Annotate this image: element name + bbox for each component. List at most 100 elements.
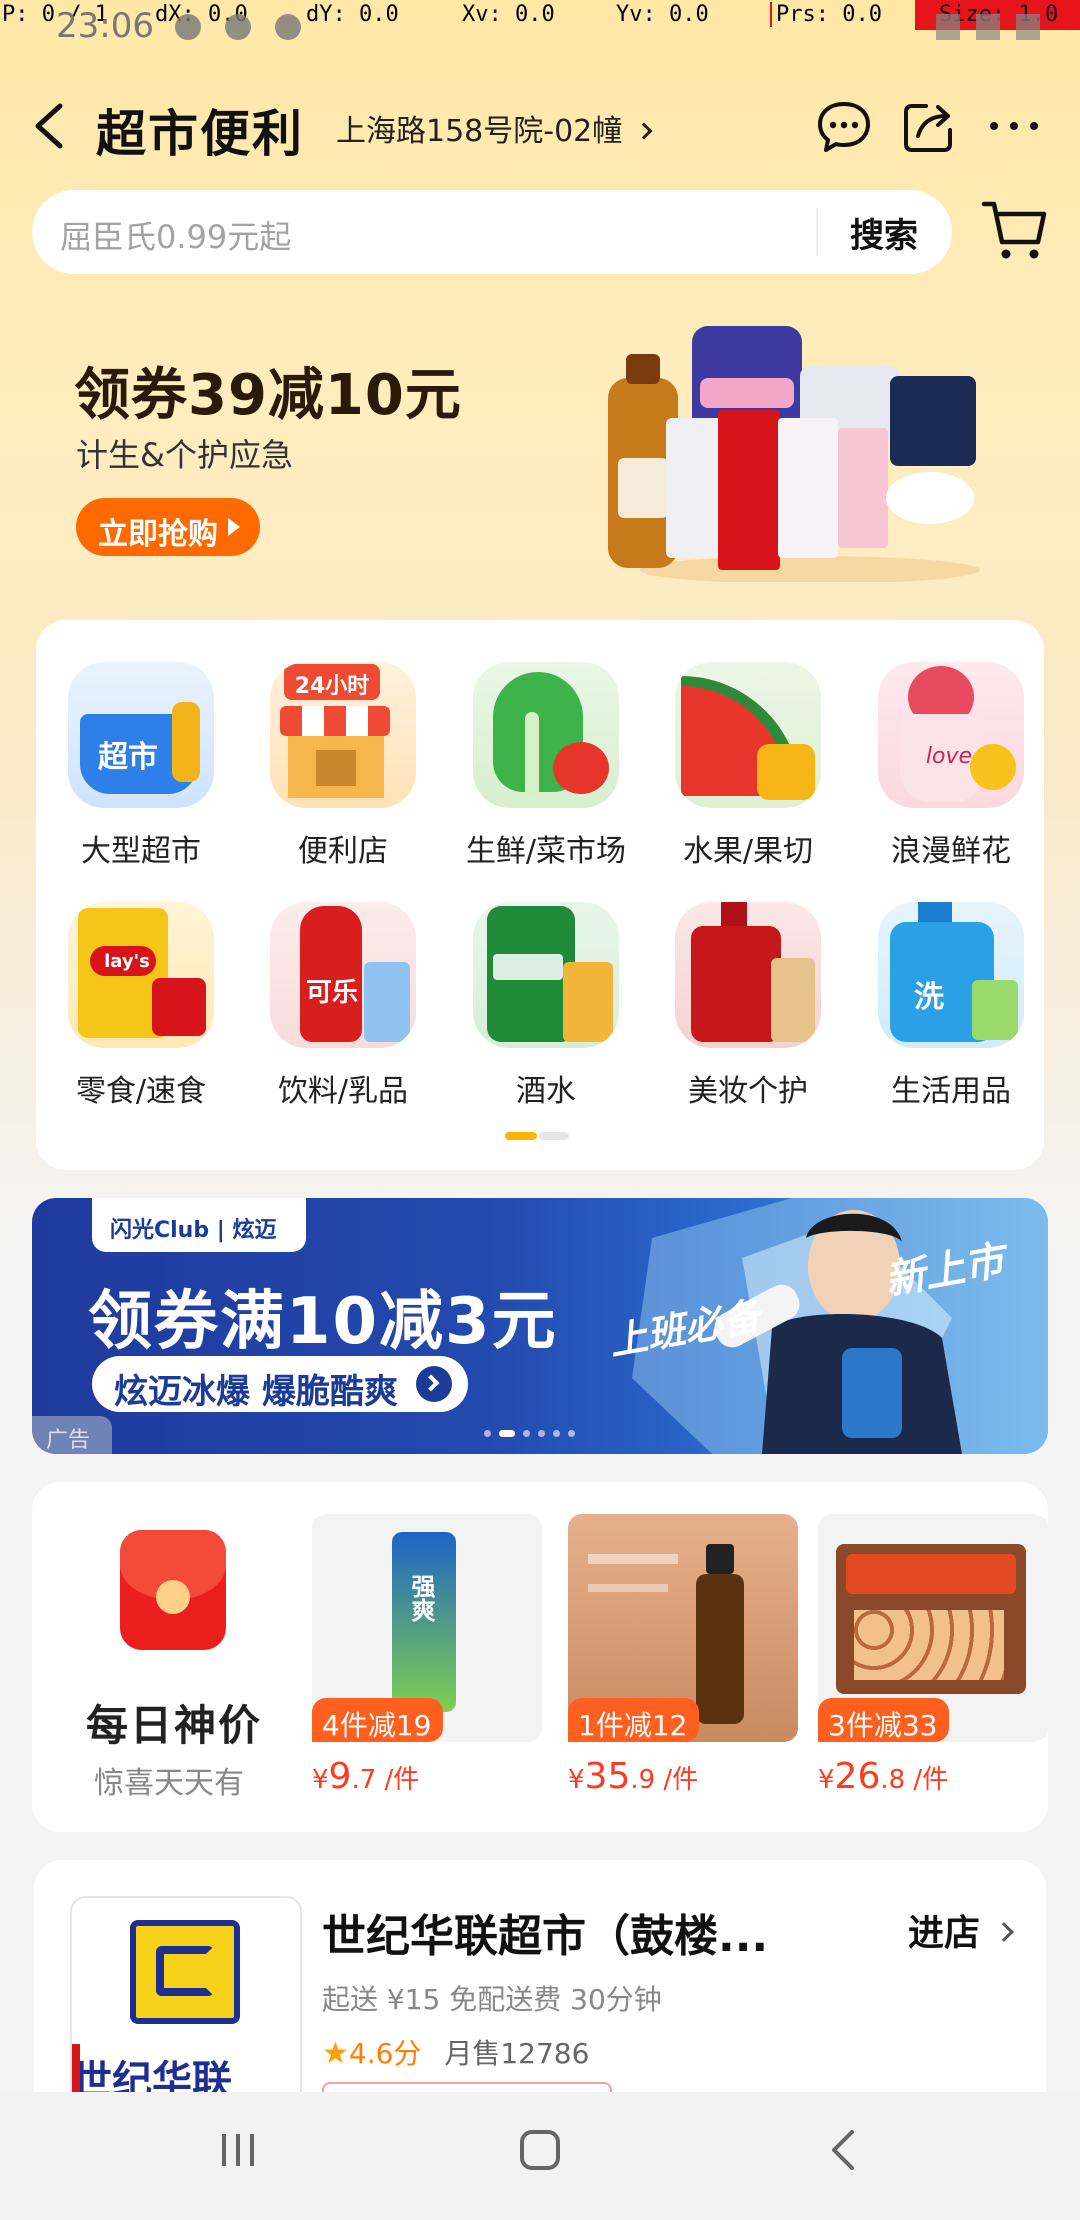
category-flowers[interactable]: love 浪漫鲜花 (856, 662, 1046, 870)
category-label: 零食/速食 (75, 1074, 207, 1109)
promo-buy-label: 立即抢购 (98, 517, 218, 552)
status-notification-icons (175, 14, 301, 40)
snack-chips-icon: lay's (68, 902, 214, 1048)
category-beauty[interactable]: 美妆个护 (653, 902, 843, 1110)
red-envelope-icon[interactable] (120, 1530, 226, 1650)
pager-dot (538, 1430, 545, 1437)
category-fruit[interactable]: 水果/果切 (653, 662, 843, 870)
search-button[interactable]: 搜索 (850, 208, 918, 257)
page-title: 超市便利 (96, 105, 304, 163)
category-label: 生活用品 (891, 1074, 1011, 1109)
search-input[interactable]: 屈臣氏0.99元起 (60, 212, 291, 258)
search-divider (816, 208, 818, 256)
debug-xv: Xv: 0.0 (462, 2, 555, 27)
more-icon[interactable] (984, 96, 1044, 156)
notification-icon (225, 14, 251, 40)
daily-deals-title[interactable]: 每日神价 (86, 1692, 262, 1753)
category-fresh-market[interactable]: 生鲜/菜市场 (451, 662, 641, 870)
ad-headline: 领券满10减3元 (88, 1285, 558, 1359)
chevron-right-circle-icon (415, 1366, 452, 1402)
chevron-right-icon (635, 122, 653, 140)
debug-prs: Prs: 0.0 (770, 2, 882, 27)
recent-apps-icon[interactable] (216, 2128, 260, 2172)
store-logo: 世纪华联 (70, 1896, 302, 2120)
category-label: 水果/果切 (682, 834, 814, 869)
pager-dot (523, 1430, 530, 1437)
ad-label: 广告 (32, 1416, 112, 1454)
enter-store-label: 进店 (908, 1913, 981, 1954)
wifi-icon (936, 14, 960, 40)
star-icon: ★ (322, 2036, 349, 2071)
store-rating-row: ★4.6分 月售12786 (322, 2032, 589, 2072)
ad-subheadline: 炫迈冰爆 爆脆酷爽 (92, 1356, 468, 1412)
category-card: 超市 大型超市 24小时 便利店 生鲜/菜市场 水果/果切 love 浪漫鲜花 … (36, 620, 1044, 1170)
signal-icon (976, 14, 1000, 40)
pager-dot (553, 1430, 560, 1437)
address-selector[interactable]: 上海路158号院-02幢 (336, 106, 653, 150)
pager-dot-active (505, 1132, 537, 1140)
deal-product[interactable]: 3件减33 ¥26.8 /件 (818, 1514, 1048, 1797)
category-label: 生鲜/菜市场 (465, 834, 627, 869)
category-label: 酒水 (516, 1074, 576, 1109)
deal-product[interactable]: 强爽 4件减19 ¥9.7 /件 (312, 1514, 542, 1797)
promo-buy-button[interactable]: 立即抢购 (76, 498, 260, 556)
notification-icon (275, 14, 301, 40)
debug-yv: Yv: 0.0 (616, 2, 709, 27)
daily-deals-card: 每日神价 惊喜天天有 强爽 4件减19 ¥9.7 /件 1件减12 ¥35.9 … (32, 1482, 1048, 1832)
deal-price: ¥35.9 /件 (568, 1756, 699, 1797)
category-drinks[interactable]: 可乐 饮料/乳品 (248, 902, 438, 1110)
promo-products-image (608, 326, 980, 582)
search-bar[interactable]: 屈臣氏0.99元起 搜索 (32, 190, 952, 274)
category-label: 浪漫鲜花 (891, 834, 1011, 869)
deal-badge: 4件减19 (312, 1698, 444, 1742)
back-nav-icon[interactable] (822, 2128, 866, 2172)
promo-headline: 领券39减10元 (74, 363, 462, 428)
category-pager (505, 1132, 569, 1140)
convenience-store-icon: 24小时 (270, 662, 416, 808)
store-card[interactable]: 世纪华联 世纪华联超市（鼓楼... 进店 起送 ¥15 免配送费 30分钟 ★4… (34, 1860, 1046, 2120)
ad-banner[interactable]: 闪光Club | 炫迈 领券满10减3元 炫迈冰爆 爆脆酷爽 上班必备 新上市 … (32, 1198, 1048, 1454)
pager-dot (539, 1132, 569, 1140)
vegetable-icon (473, 662, 619, 808)
supermarket-basket-icon: 超市 (68, 662, 214, 808)
daily-deals-subtitle: 惊喜天天有 (94, 1766, 244, 1801)
category-label: 便利店 (298, 834, 388, 869)
watermelon-icon (675, 662, 821, 808)
enter-store-button[interactable]: 进店 (908, 1904, 1014, 1956)
battery-icon (1016, 14, 1040, 40)
back-icon[interactable] (26, 98, 76, 154)
deal-price: ¥26.8 /件 (818, 1756, 949, 1797)
deal-price: ¥9.7 /件 (312, 1756, 420, 1797)
rose-flower-icon: love (878, 662, 1024, 808)
cola-bottle-icon: 可乐 (270, 902, 416, 1048)
cosmetics-bottle-icon (675, 902, 821, 1048)
category-convenience-store[interactable]: 24小时 便利店 (248, 662, 438, 870)
pager-dot-active (499, 1430, 515, 1437)
chevron-right-icon (993, 1922, 1014, 1942)
share-icon[interactable] (898, 96, 958, 156)
home-icon[interactable] (518, 2128, 562, 2172)
category-supermarket[interactable]: 超市 大型超市 (46, 662, 236, 870)
deal-badge: 1件减12 (568, 1698, 700, 1742)
detergent-icon: 洗 (878, 902, 1024, 1048)
play-arrow-icon (228, 518, 240, 536)
category-household[interactable]: 洗 生活用品 (856, 902, 1046, 1110)
debug-overlay: P: 0 / 1 dX: 0.0 dY: 0.0 Xv: 0.0 Yv: 0.0… (0, 0, 1080, 30)
store-rating: 4.6分 (348, 2037, 422, 2070)
beer-can-icon (473, 902, 619, 1048)
category-label: 饮料/乳品 (277, 1074, 409, 1109)
debug-dy: dY: 0.0 (306, 2, 399, 27)
category-label: 美妆个护 (688, 1074, 808, 1109)
chat-icon[interactable] (814, 96, 874, 156)
store-monthly-sales: 月售12786 (444, 2037, 590, 2070)
deal-product[interactable]: 1件减12 ¥35.9 /件 (568, 1514, 798, 1797)
ad-brand-logo: 闪光Club | 炫迈 (92, 1198, 306, 1252)
ad-sub-text: 炫迈冰爆 爆脆酷爽 (114, 1372, 398, 1412)
cart-icon[interactable] (980, 196, 1050, 266)
promo-subtitle: 计生&个护应急 (76, 436, 293, 474)
pager-dot (568, 1430, 575, 1437)
category-label: 大型超市 (81, 834, 201, 869)
category-snacks[interactable]: lay's 零食/速食 (46, 902, 236, 1110)
category-alcohol[interactable]: 酒水 (451, 902, 641, 1110)
status-system-icons (936, 14, 1040, 40)
